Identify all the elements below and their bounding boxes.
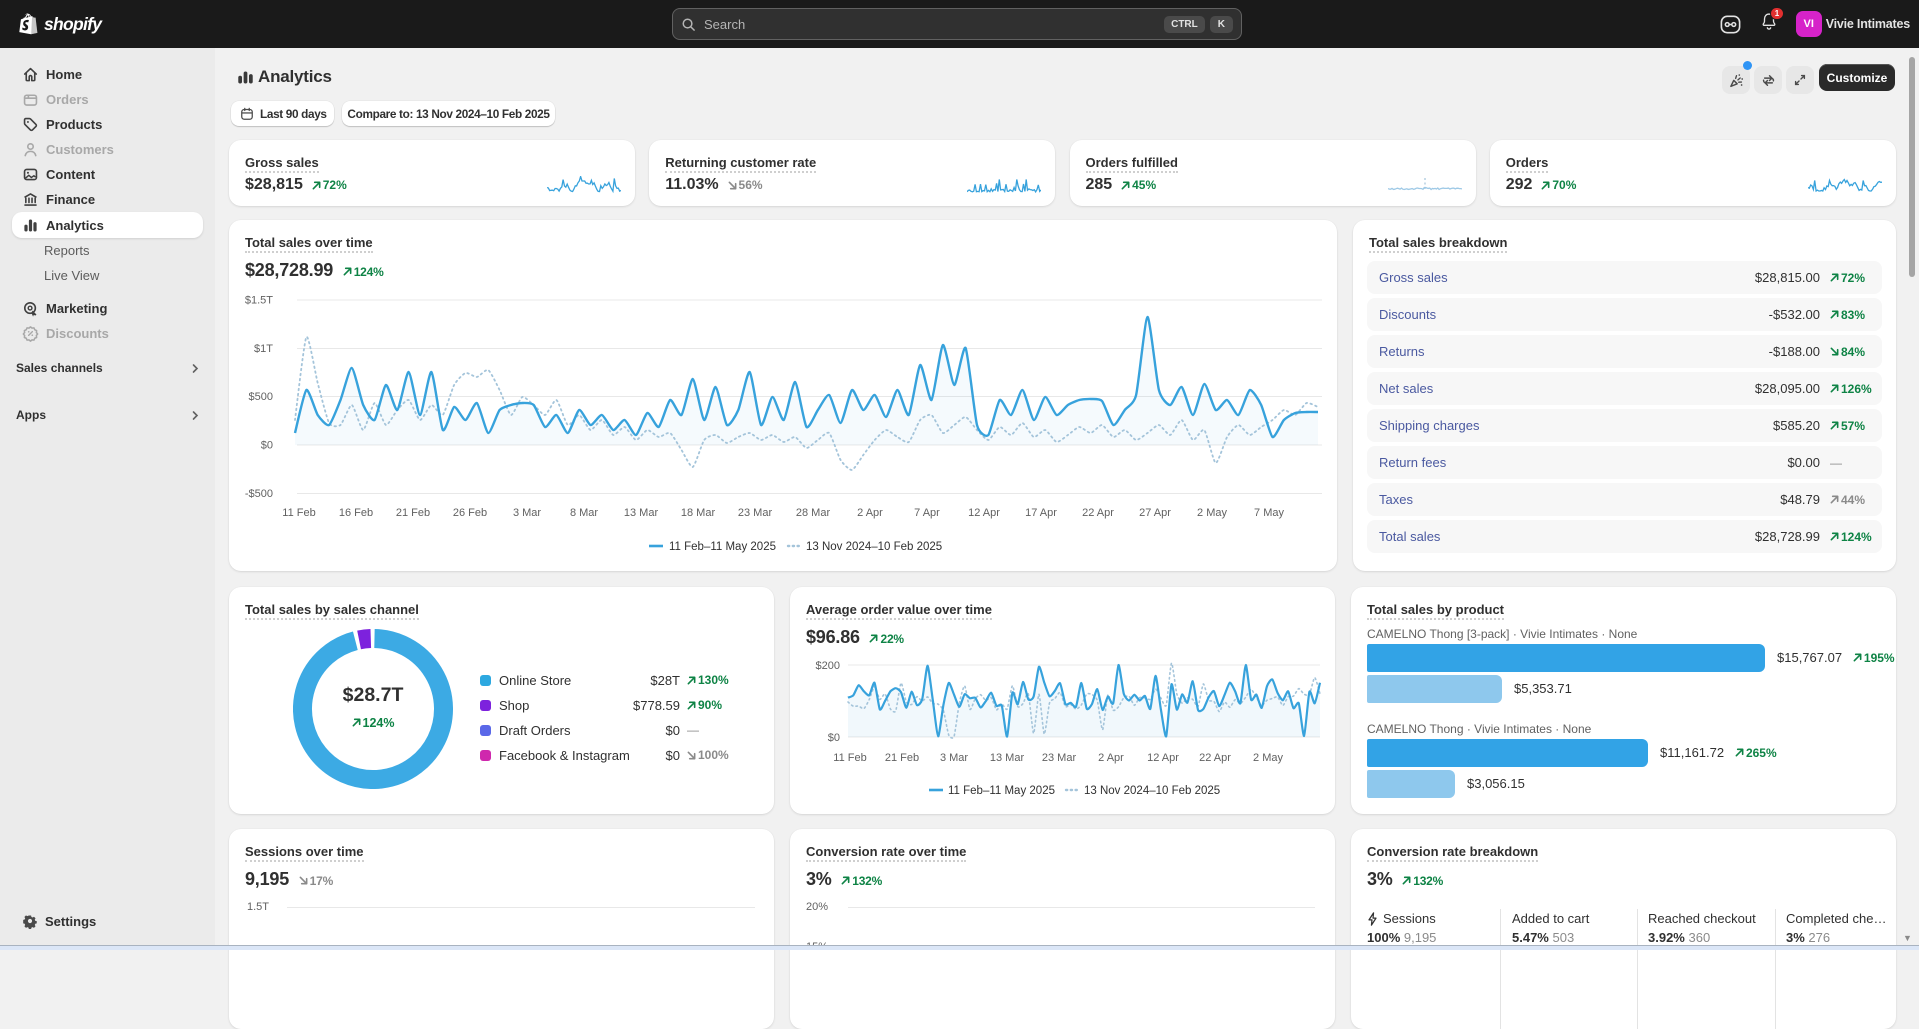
svg-text:13 Nov 2024–10 Feb 2025: 13 Nov 2024–10 Feb 2025 — [806, 541, 942, 553]
svg-text:$1.5T: $1.5T — [245, 295, 273, 307]
svg-text:12 Apr: 12 Apr — [1147, 752, 1179, 764]
svg-text:22 Apr: 22 Apr — [1199, 752, 1231, 764]
svg-text:26 Feb: 26 Feb — [453, 507, 487, 519]
svg-text:13 Nov 2024–10 Feb 2025: 13 Nov 2024–10 Feb 2025 — [1084, 785, 1220, 797]
svg-text:2 May: 2 May — [1197, 507, 1227, 519]
svg-text:11 Feb–11 May 2025: 11 Feb–11 May 2025 — [669, 541, 776, 553]
svg-text:11 Feb: 11 Feb — [833, 752, 866, 764]
svg-text:$0: $0 — [828, 732, 840, 744]
svg-text:3 Mar: 3 Mar — [513, 507, 541, 519]
svg-text:2 Apr: 2 Apr — [857, 507, 883, 519]
svg-text:$0: $0 — [261, 440, 273, 452]
svg-text:21 Feb: 21 Feb — [396, 507, 430, 519]
svg-text:2 Apr: 2 Apr — [1098, 752, 1124, 764]
svg-text:3 Mar: 3 Mar — [940, 752, 968, 764]
svg-text:8 Mar: 8 Mar — [570, 507, 598, 519]
svg-text:$200: $200 — [816, 660, 840, 672]
svg-text:13 Mar: 13 Mar — [624, 507, 659, 519]
svg-text:7 Apr: 7 Apr — [914, 507, 940, 519]
svg-text:$1T: $1T — [254, 343, 273, 355]
svg-text:16 Feb: 16 Feb — [339, 507, 373, 519]
svg-text:22 Apr: 22 Apr — [1082, 507, 1114, 519]
svg-text:23 Mar: 23 Mar — [1042, 752, 1077, 764]
svg-text:23 Mar: 23 Mar — [738, 507, 773, 519]
svg-text:-$500: -$500 — [245, 488, 273, 500]
svg-text:18 Mar: 18 Mar — [681, 507, 716, 519]
svg-text:21 Feb: 21 Feb — [885, 752, 919, 764]
svg-text:17 Apr: 17 Apr — [1025, 507, 1057, 519]
svg-text:12 Apr: 12 Apr — [968, 507, 1000, 519]
svg-text:27 Apr: 27 Apr — [1139, 507, 1171, 519]
svg-text:13 Mar: 13 Mar — [990, 752, 1025, 764]
svg-text:$500: $500 — [249, 391, 273, 403]
svg-text:11 Feb–11 May 2025: 11 Feb–11 May 2025 — [948, 785, 1055, 797]
svg-text:11 Feb: 11 Feb — [282, 507, 315, 519]
svg-text:7 May: 7 May — [1254, 507, 1284, 519]
svg-text:2 May: 2 May — [1253, 752, 1283, 764]
svg-text:28 Mar: 28 Mar — [796, 507, 831, 519]
